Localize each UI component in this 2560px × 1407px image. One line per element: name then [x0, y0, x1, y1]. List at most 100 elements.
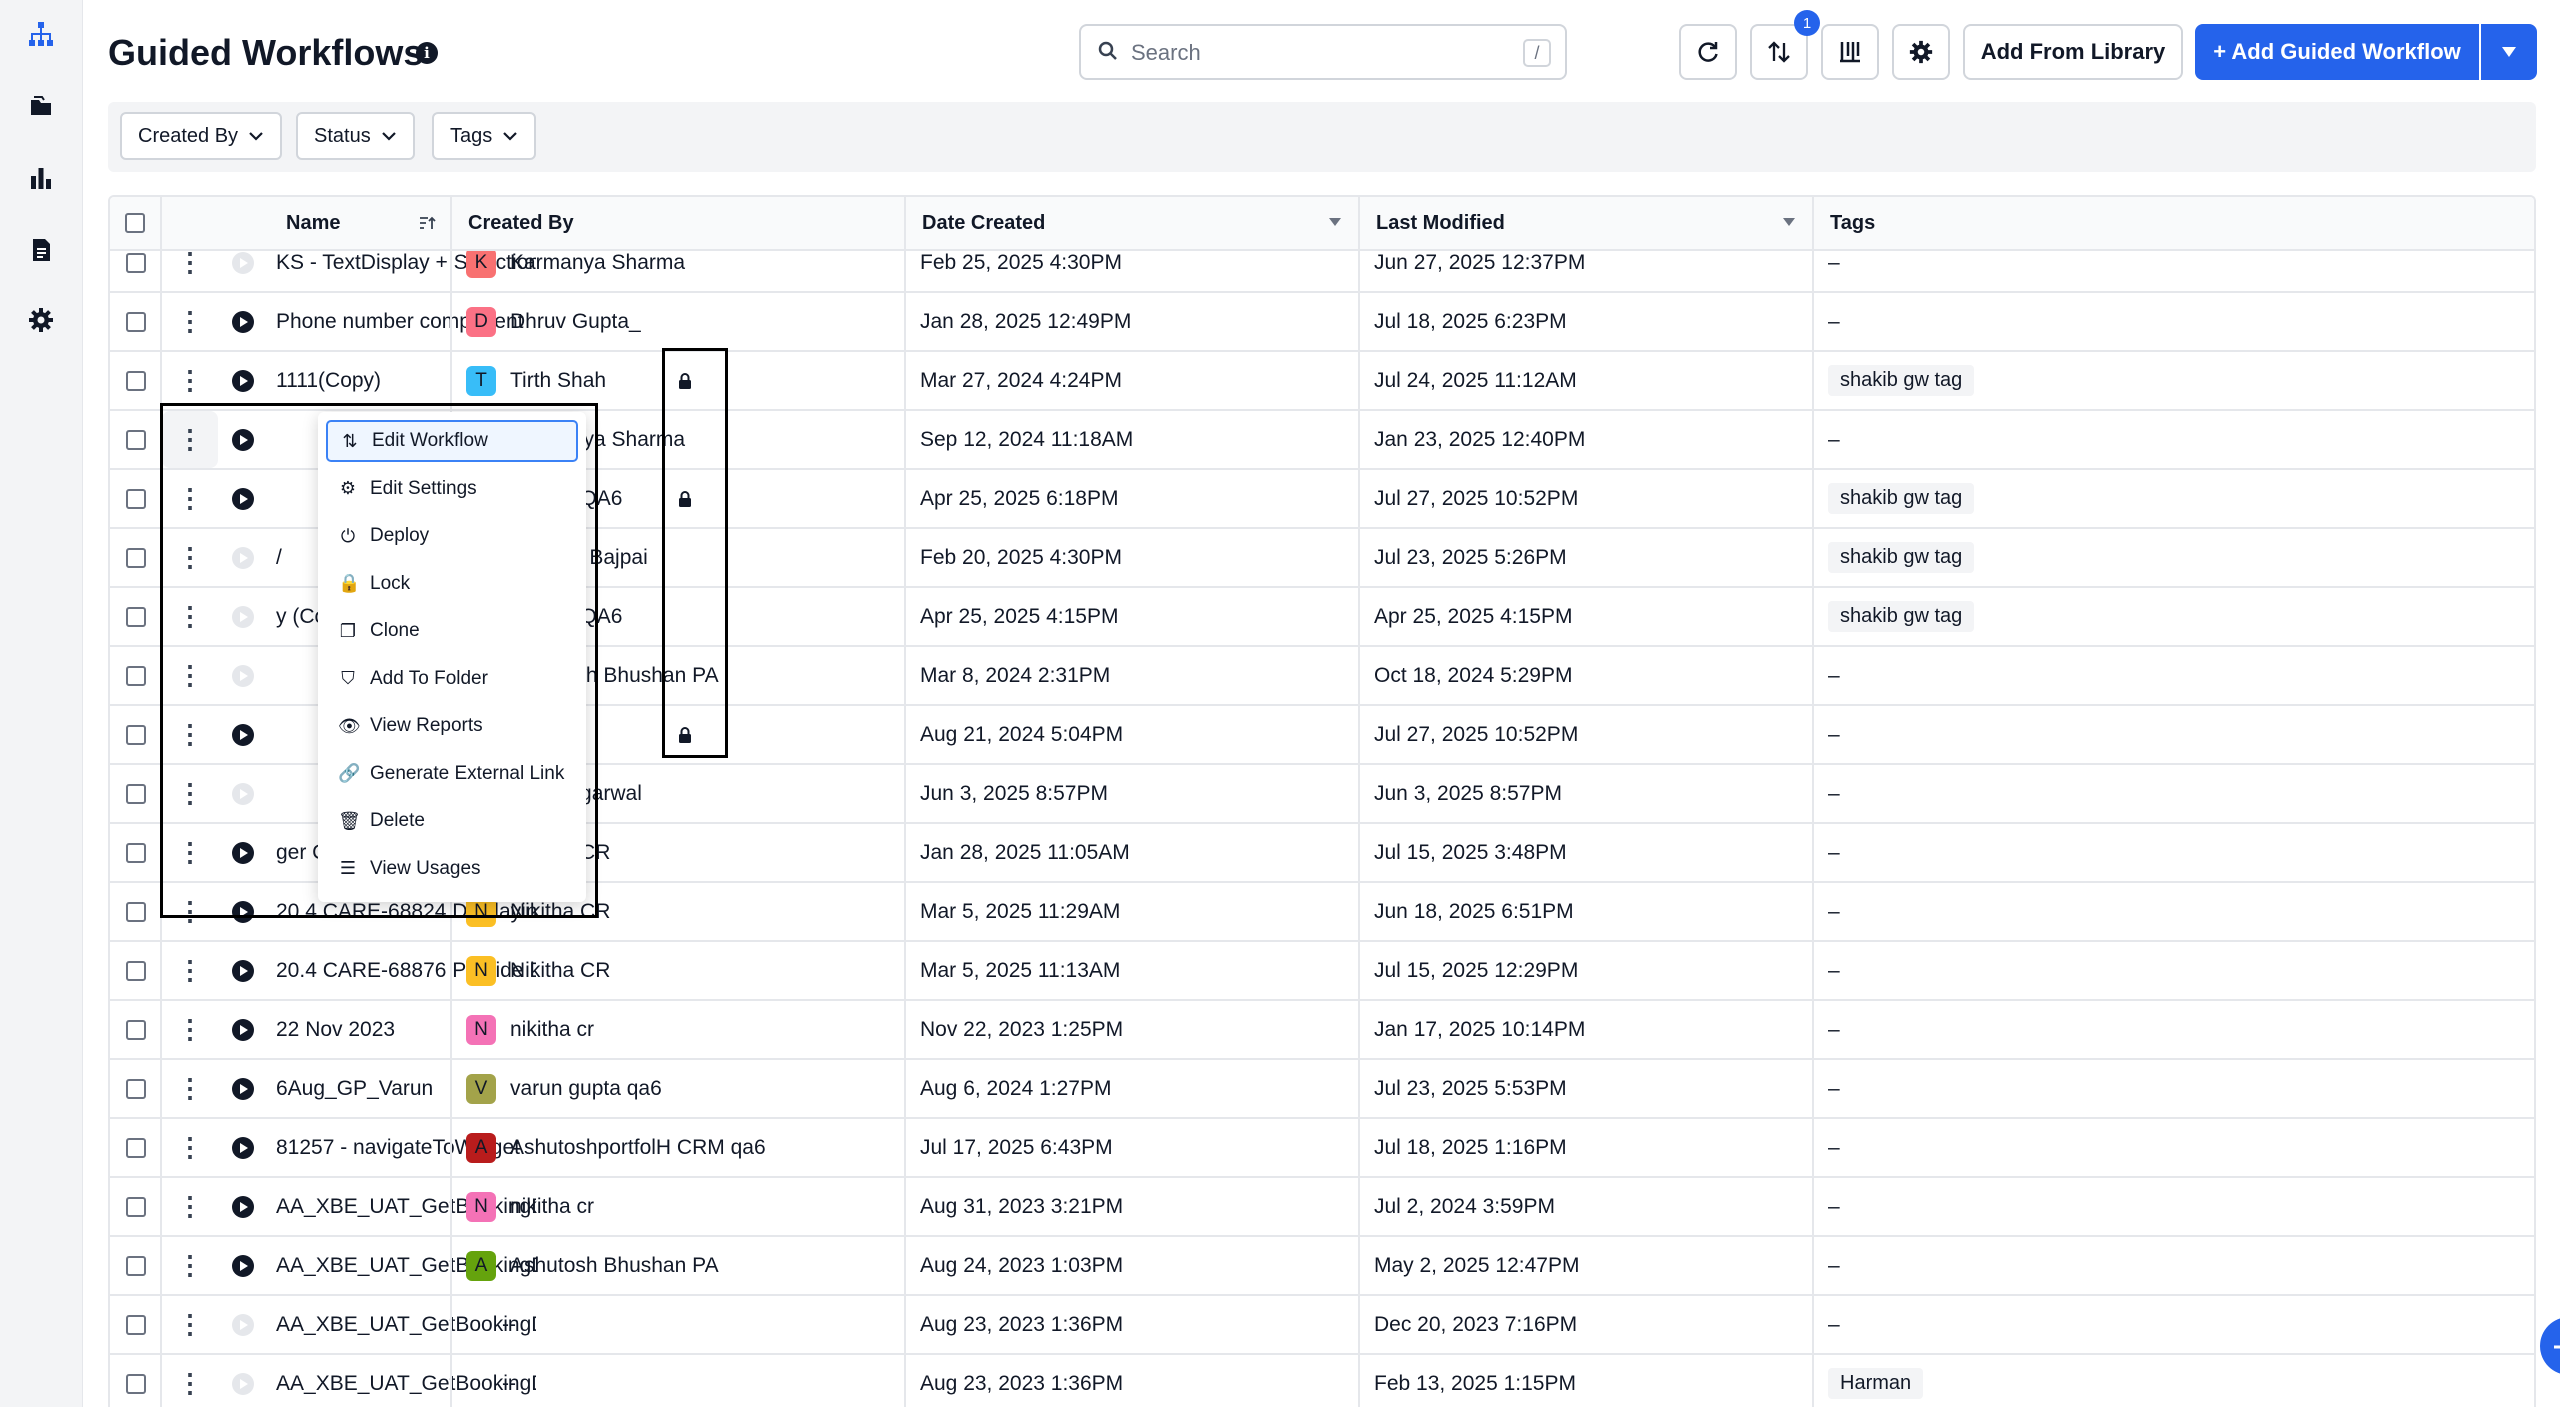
- empty-tag: –: [1828, 1194, 1840, 1218]
- info-icon[interactable]: i: [416, 42, 438, 64]
- table-row[interactable]: ⋮AA_XBE_UAT_GetBookingDetails _ newNniki…: [110, 1178, 2534, 1237]
- columns-button[interactable]: [1821, 24, 1879, 80]
- kebab-menu-icon[interactable]: ⋮: [177, 1073, 203, 1104]
- row-checkbox[interactable]: [126, 606, 146, 627]
- column-header-tags[interactable]: Tags: [1814, 197, 2534, 249]
- row-checkbox[interactable]: [126, 960, 146, 981]
- settings-icon[interactable]: [21, 300, 61, 340]
- select-all-checkbox[interactable]: [125, 213, 145, 233]
- kebab-menu-icon[interactable]: ⋮: [177, 1368, 203, 1399]
- bar-chart-icon[interactable]: [21, 158, 61, 198]
- filter-label: Tags: [450, 124, 493, 147]
- row-checkbox[interactable]: [126, 1078, 146, 1099]
- creator-name: varun gupta qa6: [510, 1076, 662, 1100]
- add-guided-workflow-button[interactable]: + Add Guided Workflow: [2195, 24, 2479, 80]
- filter-status[interactable]: Status: [296, 112, 415, 160]
- creator-name: Nikitha CR: [510, 958, 611, 982]
- table-row[interactable]: ⋮ 6Aug_GP_Varun Vvarun gupta qa6 Aug 6, 202…: [110, 1060, 2534, 1119]
- table-row[interactable]: ⋮AA_XBE_UAT_GetBookingDetails(Srivath...…: [110, 1237, 2534, 1296]
- refresh-button[interactable]: [1679, 24, 1737, 80]
- row-checkbox[interactable]: [126, 1019, 146, 1040]
- row-menu-cell: ⋮: [162, 352, 218, 409]
- kebab-menu-icon[interactable]: ⋮: [177, 1250, 203, 1281]
- column-header-name[interactable]: Name: [162, 197, 452, 249]
- row-checkbox[interactable]: [126, 842, 146, 863]
- table-row[interactable]: ⋮20.4 CARE-68876 Provide Dynamic Subje..…: [110, 942, 2534, 1001]
- menu-highlight-box: [160, 403, 598, 918]
- date-created: Mar 5, 2025 11:13AM: [920, 958, 1121, 982]
- last-modified: Jul 27, 2025 10:52PM: [1374, 486, 1579, 510]
- last-modified: Jun 3, 2025 8:57PM: [1374, 781, 1562, 805]
- column-divider: [1812, 197, 1814, 1407]
- kebab-menu-icon[interactable]: ⋮: [177, 1132, 203, 1163]
- row-checkbox[interactable]: [126, 724, 146, 745]
- kebab-menu-icon[interactable]: ⋮: [177, 1191, 203, 1222]
- tags-cell: –: [1828, 1001, 2528, 1058]
- row-checkbox[interactable]: [126, 783, 146, 804]
- date-created: Jan 28, 2025 12:49PM: [920, 309, 1132, 333]
- row-checkbox[interactable]: [126, 252, 146, 273]
- row-checkbox-cell: [110, 470, 162, 527]
- row-menu-cell: ⋮: [162, 1237, 218, 1294]
- kebab-menu-icon[interactable]: ⋮: [177, 1309, 203, 1340]
- row-checkbox[interactable]: [126, 1373, 146, 1394]
- row-checkbox[interactable]: [126, 311, 146, 332]
- table-row[interactable]: ⋮AA_XBE_UAT_GetBookingDetails_2(Copy...-…: [110, 1296, 2534, 1355]
- table-row[interactable]: ⋮ 81257 - navigateToWidget A Ashutoshportfo…: [110, 1119, 2534, 1178]
- left-nav: [0, 0, 83, 1407]
- avatar: V: [466, 1073, 496, 1104]
- row-checkbox[interactable]: [126, 665, 146, 686]
- row-checkbox[interactable]: [126, 1196, 146, 1217]
- filter-created-by[interactable]: Created By: [120, 112, 283, 160]
- created-by-cell: --: [466, 1355, 898, 1407]
- row-checkbox[interactable]: [126, 429, 146, 450]
- workflow-tree-icon[interactable]: [21, 14, 61, 54]
- row-checkbox[interactable]: [126, 547, 146, 568]
- empty-tag: –: [1828, 309, 1840, 333]
- column-label: Tags: [1830, 211, 1876, 234]
- row-checkbox[interactable]: [126, 1314, 146, 1335]
- document-icon[interactable]: [21, 230, 61, 270]
- kebab-menu-icon[interactable]: ⋮: [177, 365, 203, 396]
- table-row[interactable]: ⋮AA_XBE_UAT_GetBookingDetails_2(Copy...-…: [110, 1355, 2534, 1407]
- row-checkbox[interactable]: [126, 1255, 146, 1276]
- kebab-menu-icon[interactable]: ⋮: [177, 247, 203, 278]
- kebab-menu-icon[interactable]: ⋮: [177, 306, 203, 337]
- activity-fab-button[interactable]: [2540, 1317, 2560, 1375]
- table-row[interactable]: ⋮ 22 Nov 2023 Nnikitha cr Nov 22, 2023 1:25…: [110, 1001, 2534, 1060]
- row-checkbox-cell: [110, 411, 162, 468]
- lock-column-highlight-box: [662, 348, 728, 758]
- search-input[interactable]: [1129, 36, 1513, 70]
- avatar: K: [466, 247, 496, 278]
- kebab-menu-icon[interactable]: ⋮: [177, 955, 203, 986]
- tags-cell: –: [1828, 293, 2528, 350]
- row-checkbox[interactable]: [126, 488, 146, 509]
- caret-down-icon: [1783, 218, 1795, 226]
- column-header-last-modified[interactable]: Last Modified: [1360, 197, 1814, 249]
- column-header-created-by[interactable]: Created By: [452, 197, 906, 249]
- search-box[interactable]: /: [1079, 24, 1567, 80]
- row-checkbox[interactable]: [126, 1137, 146, 1158]
- add-workflow-dropdown-button[interactable]: [2481, 24, 2537, 80]
- caret-down-icon: [2502, 47, 2516, 57]
- row-checkbox[interactable]: [126, 901, 146, 922]
- row-checkbox[interactable]: [126, 370, 146, 391]
- column-header-date-created[interactable]: Date Created: [906, 197, 1360, 249]
- tags-cell: –: [1828, 942, 2528, 999]
- settings-button[interactable]: [1892, 24, 1950, 80]
- columns-icon: [1840, 42, 1860, 63]
- creator-name: Ashutosh Bhushan PA: [510, 1253, 719, 1277]
- play-active-icon: [232, 1018, 254, 1041]
- empty-tag: –: [1828, 1135, 1840, 1159]
- creator-name: --: [502, 1371, 516, 1395]
- date-created: Aug 31, 2023 3:21PM: [920, 1194, 1124, 1218]
- creator-name: Karmanya Sharma: [510, 250, 686, 274]
- add-from-library-button[interactable]: Add From Library: [1963, 24, 2183, 80]
- folder-icon[interactable]: [21, 86, 61, 126]
- table-row[interactable]: ⋮ Phone number component D Dhruv Gupta_ Jan …: [110, 293, 2534, 352]
- filter-tags[interactable]: Tags: [432, 112, 537, 160]
- last-modified: Jan 17, 2025 10:14PM: [1374, 1017, 1586, 1041]
- kebab-menu-icon[interactable]: ⋮: [177, 1014, 203, 1045]
- activity-pulse-icon: [2554, 1345, 2560, 1349]
- tags-cell: –: [1828, 706, 2528, 763]
